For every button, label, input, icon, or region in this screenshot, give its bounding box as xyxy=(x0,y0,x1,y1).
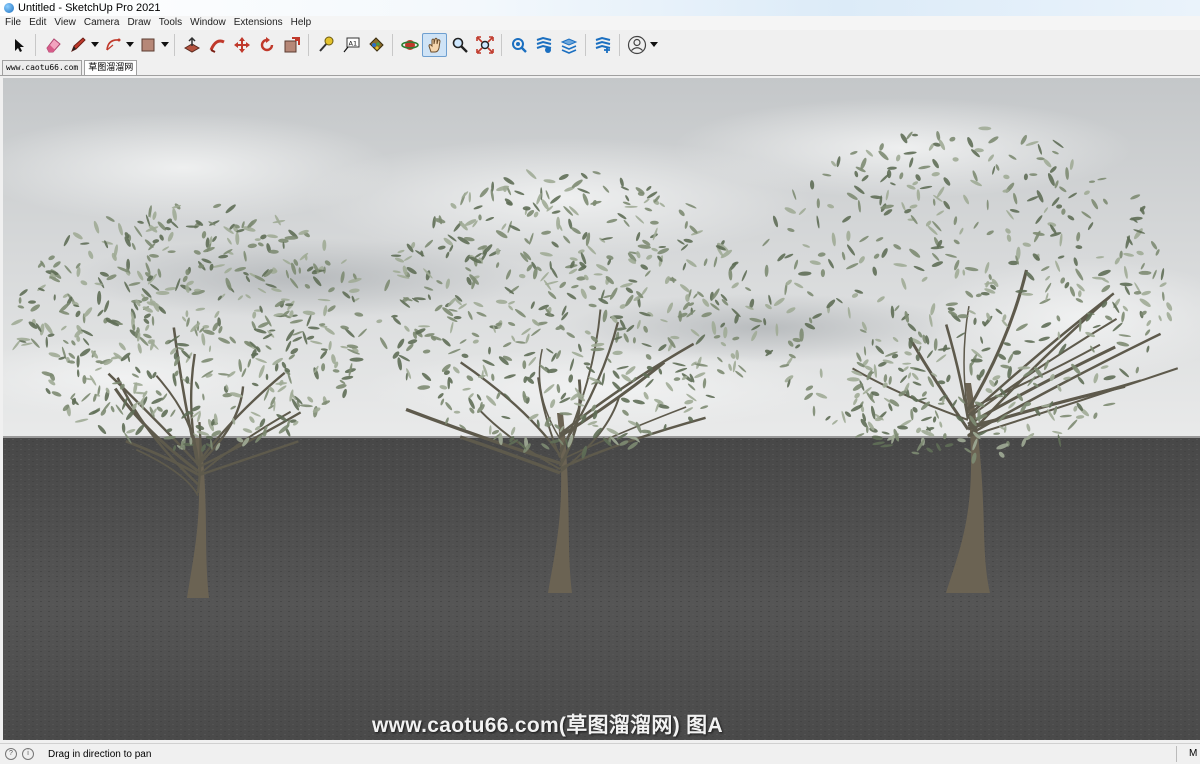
status-bar: ? i Drag in direction to pan M xyxy=(0,743,1200,764)
move-icon xyxy=(233,36,250,53)
eraser-tool[interactable] xyxy=(40,33,65,57)
move-tool[interactable] xyxy=(229,33,254,57)
rotate-tool[interactable] xyxy=(254,33,279,57)
scene-tab-brand[interactable]: 草图溜溜网 xyxy=(84,60,138,75)
user-icon xyxy=(627,35,646,54)
tree-leaf xyxy=(799,328,804,342)
geo-location-icon[interactable]: ? xyxy=(5,748,17,760)
push-pull-tool[interactable] xyxy=(179,33,204,57)
menu-window[interactable]: Window xyxy=(186,16,230,30)
arc-tool[interactable] xyxy=(100,33,125,57)
watermark-text: www.caotu66.com(草图溜溜网) 图A xyxy=(372,714,723,737)
title-bar: Untitled - SketchUp Pro 2021 xyxy=(0,0,1200,16)
scene-tab-site[interactable]: www.caotu66.com xyxy=(2,60,83,75)
extension-icon xyxy=(536,36,551,53)
tree-leaf xyxy=(155,291,170,295)
zoom-tool[interactable] xyxy=(447,33,472,57)
tree-leaf xyxy=(82,375,87,384)
arc-dropdown[interactable] xyxy=(125,33,135,57)
arc-icon xyxy=(105,38,120,50)
rectangle-icon xyxy=(141,38,154,51)
menu-extensions[interactable]: Extensions xyxy=(230,16,287,30)
pencil-icon xyxy=(70,36,86,52)
menu-draw[interactable]: Draw xyxy=(123,16,154,30)
chevron-down-icon xyxy=(650,41,658,47)
pencil-tool[interactable] xyxy=(65,33,90,57)
paint-bucket-tool[interactable] xyxy=(363,33,388,57)
shape-tool[interactable] xyxy=(135,33,160,57)
chevron-down-icon xyxy=(161,41,169,47)
toolbar-separator xyxy=(308,33,309,56)
follow-me-icon xyxy=(209,39,225,53)
account-dropdown[interactable] xyxy=(649,33,659,57)
status-hint: Drag in direction to pan xyxy=(48,748,152,760)
svg-text:A1: A1 xyxy=(348,39,357,47)
rotate-icon xyxy=(260,36,273,51)
scale-tool[interactable] xyxy=(279,33,304,57)
tree-leaf xyxy=(1138,270,1152,275)
model-viewport[interactable] xyxy=(3,78,1200,740)
arrow-cursor-icon xyxy=(14,38,24,52)
menu-tools[interactable]: Tools xyxy=(155,16,186,30)
3d-warehouse-button[interactable] xyxy=(506,33,531,57)
menu-file[interactable]: File xyxy=(0,16,25,30)
text-icon: A1 xyxy=(343,37,359,52)
toolbar: A1 xyxy=(0,30,1200,59)
tree-leaf xyxy=(957,314,969,319)
magnifier-icon xyxy=(452,37,468,53)
warehouse-icon xyxy=(511,37,527,53)
zoom-extents-icon xyxy=(475,35,494,54)
scale-icon xyxy=(284,36,300,52)
hand-icon xyxy=(427,37,441,52)
chevron-down-icon xyxy=(91,41,99,47)
scene-render xyxy=(3,78,1200,740)
measurements-label: M xyxy=(1189,748,1198,759)
tape-measure-icon xyxy=(318,36,333,52)
window-title: Untitled - SketchUp Pro 2021 xyxy=(18,2,161,14)
text-tool[interactable]: A1 xyxy=(338,33,363,57)
tape-measure-tool[interactable] xyxy=(313,33,338,57)
layout-button[interactable] xyxy=(556,33,581,57)
tree-leaf xyxy=(865,425,869,434)
zoom-extents-tool[interactable] xyxy=(472,33,497,57)
toolbar-separator xyxy=(35,33,36,56)
select-tool[interactable] xyxy=(6,33,31,57)
toolbar-separator xyxy=(501,33,502,56)
pan-tool[interactable] xyxy=(422,32,447,57)
follow-me-tool[interactable] xyxy=(204,33,229,57)
shape-dropdown[interactable] xyxy=(160,33,170,57)
extension-manager-icon xyxy=(595,36,610,53)
pencil-dropdown[interactable] xyxy=(90,33,100,57)
tree-leaf xyxy=(453,316,462,320)
chevron-down-icon xyxy=(126,41,134,47)
orbit-icon xyxy=(400,39,419,50)
orbit-tool[interactable] xyxy=(397,33,422,57)
sketchup-logo-icon xyxy=(4,3,14,13)
layers-icon xyxy=(560,37,577,54)
paint-bucket-icon xyxy=(368,36,384,52)
menu-bar: File Edit View Camera Draw Tools Window … xyxy=(0,16,1200,30)
toolbar-separator xyxy=(585,33,586,56)
menu-view[interactable]: View xyxy=(50,16,80,30)
extension-warehouse-button[interactable] xyxy=(531,33,556,57)
toolbar-separator xyxy=(174,33,175,56)
extension-manager-button[interactable] xyxy=(590,33,615,57)
menu-edit[interactable]: Edit xyxy=(25,16,50,30)
tree-leaf xyxy=(522,360,527,370)
info-icon[interactable]: i xyxy=(22,748,34,760)
push-pull-icon xyxy=(183,36,200,53)
toolbar-separator xyxy=(392,33,393,56)
scene-tabs: www.caotu66.com 草图溜溜网 xyxy=(0,59,1200,76)
menu-help[interactable]: Help xyxy=(287,16,316,30)
eraser-icon xyxy=(45,37,61,52)
status-separator xyxy=(1176,746,1177,762)
menu-camera[interactable]: Camera xyxy=(80,16,124,30)
tree-leaf xyxy=(556,216,561,230)
account-button[interactable] xyxy=(624,33,649,57)
toolbar-separator xyxy=(619,33,620,56)
